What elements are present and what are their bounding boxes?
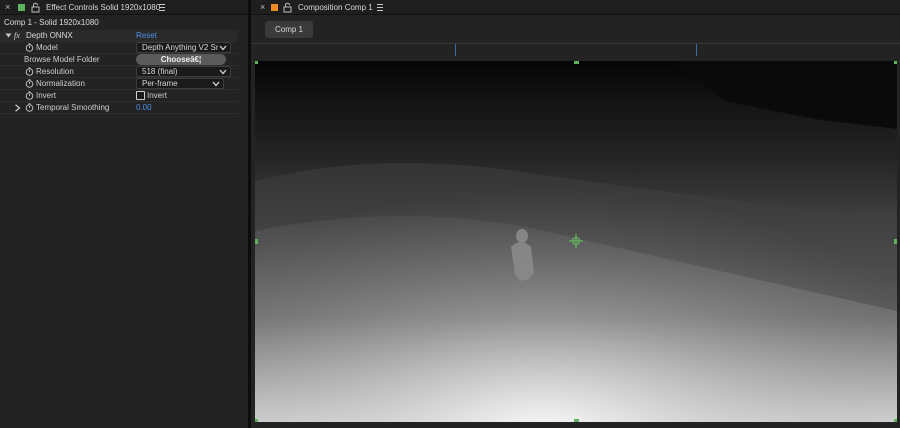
effect-name: Depth ONNX — [26, 31, 73, 40]
layer-handle-bottom-left[interactable] — [255, 419, 258, 422]
layer-handle-top-right[interactable] — [894, 61, 897, 64]
resolution-dropdown[interactable]: 518 (final) — [136, 66, 231, 77]
stopwatch-icon[interactable] — [25, 91, 34, 100]
layer-handle-top-left[interactable] — [255, 61, 258, 64]
fx-toggle-icon[interactable]: fx — [14, 31, 20, 40]
anchor-point-icon[interactable] — [569, 234, 583, 248]
layer-title: Comp 1 - Solid 1920x1080 — [4, 18, 99, 27]
composition-panel: × Composition Comp 1 Comp 1 — [251, 0, 900, 428]
close-tab-button[interactable]: × — [5, 3, 10, 12]
layer-color-swatch — [18, 4, 25, 11]
panel-menu-icon[interactable] — [376, 2, 385, 11]
layer-handle-right[interactable] — [894, 239, 897, 244]
close-tab-button[interactable]: × — [260, 3, 265, 12]
viewer-ruler — [251, 43, 900, 44]
effect-controls-tab-title: Effect Controls Solid 1920x1080 — [46, 3, 161, 12]
composition-tab-title: Composition Comp 1 — [298, 3, 373, 12]
layer-handle-bottom[interactable] — [574, 419, 579, 422]
property-row-model: Model Depth Anything V2 Sm — [0, 42, 238, 54]
twirl-right-icon[interactable] — [14, 104, 21, 112]
temporal-smoothing-value[interactable]: 0.00 — [136, 103, 152, 112]
property-row-browse: Browse Model Folder Chooseâ€¦ — [0, 54, 238, 66]
effect-controls-tab[interactable]: × Effect Controls Solid 1920x1080 — [0, 0, 248, 15]
chevron-down-icon — [219, 69, 227, 75]
property-row-normalization: Normalization Per-frame — [0, 78, 238, 90]
composition-viewer[interactable] — [255, 61, 897, 422]
twirl-down-icon[interactable] — [5, 32, 12, 39]
ruler-marker — [455, 44, 456, 56]
comp-color-swatch — [271, 4, 278, 11]
lock-icon[interactable] — [31, 2, 40, 13]
panel-menu-icon[interactable] — [158, 2, 167, 11]
stopwatch-icon[interactable] — [25, 79, 34, 88]
chevron-down-icon — [212, 81, 220, 87]
composition-tab[interactable]: × Composition Comp 1 — [251, 0, 900, 15]
effect-header-depth-onnx[interactable]: fx Depth ONNX Reset — [0, 30, 238, 42]
stopwatch-icon[interactable] — [25, 67, 34, 76]
reset-link[interactable]: Reset — [136, 31, 157, 40]
temporal-smoothing-label: Temporal Smoothing — [36, 103, 110, 112]
stopwatch-icon[interactable] — [25, 103, 34, 112]
normalization-value: Per-frame — [142, 79, 178, 88]
resolution-value: 518 (final) — [142, 67, 178, 76]
layer-handle-bottom-right[interactable] — [894, 419, 897, 422]
property-row-resolution: Resolution 518 (final) — [0, 66, 238, 78]
effect-controls-panel: × Effect Controls Solid 1920x1080 Comp 1… — [0, 0, 248, 428]
stopwatch-icon[interactable] — [25, 43, 34, 52]
property-row-temporal-smoothing: Temporal Smoothing 0.00 — [0, 102, 238, 114]
invert-label: Invert — [36, 91, 57, 100]
lock-icon[interactable] — [283, 2, 292, 13]
ruler-marker — [696, 44, 697, 56]
invert-checkbox-label[interactable]: Invert — [147, 91, 167, 100]
model-dropdown[interactable]: Depth Anything V2 Sm — [136, 42, 231, 53]
layer-handle-top[interactable] — [574, 61, 579, 64]
model-label: Model — [36, 43, 58, 52]
normalization-label: Normalization — [36, 79, 85, 88]
invert-checkbox[interactable] — [136, 91, 145, 100]
comp-1-button[interactable]: Comp 1 — [265, 21, 313, 38]
choose-button[interactable]: Chooseâ€¦ — [136, 54, 226, 65]
resolution-label: Resolution — [36, 67, 74, 76]
model-value: Depth Anything V2 Sm — [142, 43, 218, 52]
normalization-dropdown[interactable]: Per-frame — [136, 78, 224, 89]
chevron-down-icon — [219, 45, 227, 51]
property-row-invert: Invert Invert — [0, 90, 238, 102]
browse-label: Browse Model Folder — [24, 55, 100, 64]
layer-handle-left[interactable] — [255, 239, 258, 244]
